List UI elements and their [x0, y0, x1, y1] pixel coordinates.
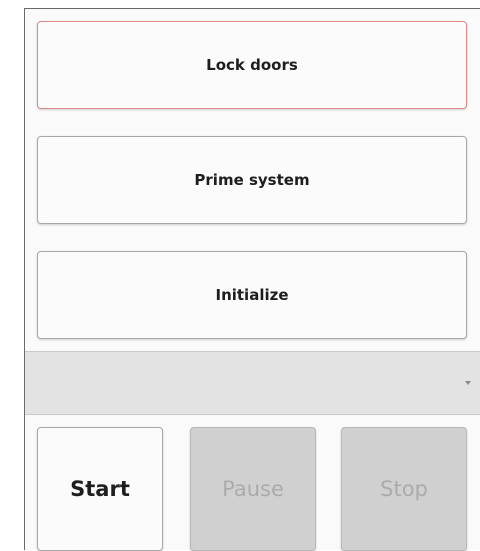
chevron-down-icon [465, 381, 471, 385]
pause-label: Pause [222, 477, 284, 501]
lock-doors-label: Lock doors [206, 56, 298, 74]
initialize-label: Initialize [215, 286, 289, 304]
pause-button[interactable]: Pause [190, 427, 316, 551]
initialize-button[interactable]: Initialize [37, 251, 467, 339]
start-button[interactable]: Start [37, 427, 163, 551]
prime-system-button[interactable]: Prime system [37, 136, 467, 224]
lock-doors-button[interactable]: Lock doors [37, 21, 467, 109]
start-label: Start [70, 477, 130, 501]
mode-dropdown[interactable] [25, 351, 480, 415]
control-panel: Lock doors Prime system Initialize Start… [24, 8, 480, 551]
prime-system-label: Prime system [194, 171, 310, 189]
stop-label: Stop [380, 477, 428, 501]
stop-button[interactable]: Stop [341, 427, 467, 551]
